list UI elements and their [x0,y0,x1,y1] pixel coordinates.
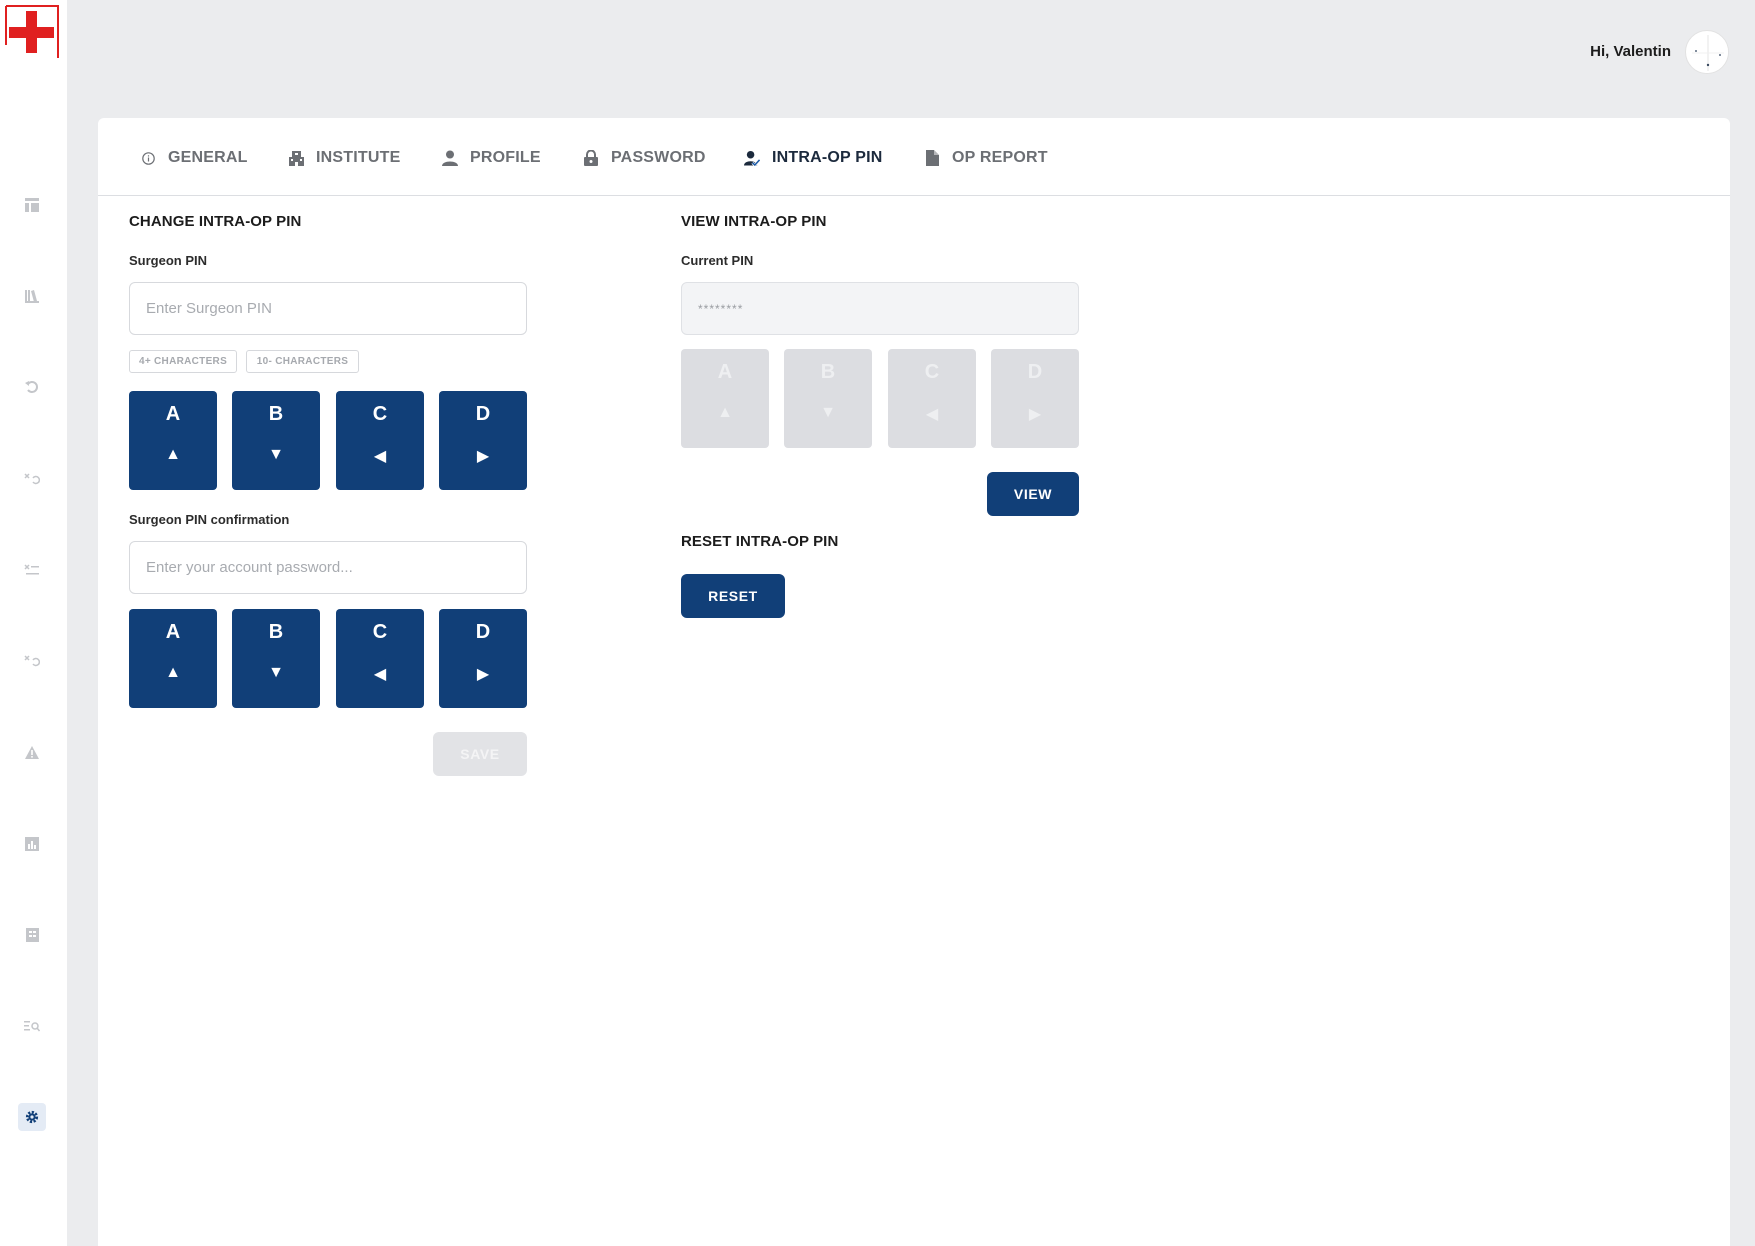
document-icon [924,150,940,166]
checklist-icon[interactable] [18,556,46,584]
history-icon[interactable] [18,373,46,401]
arrow-left-icon: ◀ [373,448,387,465]
tab-label: GENERAL [168,149,248,166]
arrow-right-icon: ▶ [476,666,490,683]
arrow-left-icon: ◀ [925,406,939,423]
arrow-down-icon: ▼ [820,404,836,421]
tab-general[interactable]: GENERAL [140,146,248,170]
key-letter: A [165,403,181,425]
key-letter: C [372,621,388,643]
key-letter: C [372,403,388,425]
view-key-b: B ▼ [784,349,872,448]
confirm-key-a[interactable]: A ▲ [129,609,217,708]
report-icon[interactable] [18,921,46,949]
tab-password[interactable]: PASSWORD [583,146,706,170]
settings-card: GENERAL INSTITUTE PROFILE PASSWORD INTRA… [98,118,1730,1246]
key-letter: B [268,621,284,643]
view-key-c: C ◀ [888,349,976,448]
sidebar [0,0,67,1246]
key-letter: D [475,621,491,643]
rule-chip-max: 10- CHARACTERS [246,350,359,373]
view-key-d: D ▶ [991,349,1079,448]
person-icon [442,150,458,166]
arrow-right-icon: ▶ [1028,406,1042,423]
key-letter: B [268,403,284,425]
arrow-right-icon: ▶ [476,448,490,465]
tab-institute[interactable]: INSTITUTE [288,146,400,170]
arrow-down-icon: ▼ [268,446,284,463]
view-button[interactable]: VIEW [987,472,1079,516]
surgeon-pin-label: Surgeon PIN [129,253,208,268]
search-list-icon[interactable] [18,1012,46,1040]
pin-confirmation-input[interactable]: Enter your account password... [129,541,527,594]
pin-key-c[interactable]: C ◀ [336,391,424,490]
tab-label: OP REPORT [952,149,1048,166]
building-icon [288,150,304,166]
key-letter: D [1027,361,1043,383]
tab-intra-op-pin[interactable]: INTRA-OP PIN [744,146,883,170]
app-logo[interactable] [5,5,59,59]
chart-icon[interactable] [18,830,46,858]
tab-label: PROFILE [470,149,541,166]
reset-button[interactable]: RESET [681,574,785,618]
tab-label: INTRA-OP PIN [772,149,883,166]
arrow-left-icon: ◀ [373,666,387,683]
arrow-up-icon: ▲ [717,404,733,421]
tab-label: INSTITUTE [316,149,401,166]
pin-key-a[interactable]: A ▲ [129,391,217,490]
surgeon-pin-input[interactable]: Enter Surgeon PIN [129,282,527,335]
pin-key-b[interactable]: B ▼ [232,391,320,490]
reset-pin-title: RESET INTRA-OP PIN [681,533,839,550]
user-check-icon [744,150,760,166]
dashboard-icon[interactable] [18,191,46,219]
confirm-key-c[interactable]: C ◀ [336,609,424,708]
tab-op-report[interactable]: OP REPORT [924,146,1048,170]
arrow-down-icon: ▼ [268,664,284,681]
view-key-a: A ▲ [681,349,769,448]
user-greeting: Hi, Valentin [1590,43,1671,60]
pin-confirmation-label: Surgeon PIN confirmation [129,512,290,527]
view-pin-title: VIEW INTRA-OP PIN [681,213,827,230]
key-letter: A [717,361,733,383]
current-pin-field: ******** [681,282,1079,335]
warning-icon[interactable] [18,738,46,766]
confirm-key-d[interactable]: D ▶ [439,609,527,708]
tab-label: PASSWORD [611,149,706,166]
undo-list-icon[interactable] [18,465,46,493]
tab-profile[interactable]: PROFILE [442,146,541,170]
avatar[interactable] [1685,30,1729,74]
tab-bar: GENERAL INSTITUTE PROFILE PASSWORD INTRA… [98,118,1730,196]
current-pin-label: Current PIN [681,253,754,268]
key-letter: C [924,361,940,383]
info-icon [140,150,156,166]
undo-check-icon[interactable] [18,647,46,675]
arrow-up-icon: ▲ [165,446,181,463]
key-letter: B [820,361,836,383]
pin-key-d[interactable]: D ▶ [439,391,527,490]
arrow-up-icon: ▲ [165,664,181,681]
lock-icon [583,150,599,166]
library-icon[interactable] [18,282,46,310]
change-pin-title: CHANGE INTRA-OP PIN [129,213,302,230]
save-button[interactable]: SAVE [433,732,527,776]
key-letter: A [165,621,181,643]
rule-chip-min: 4+ CHARACTERS [129,350,237,373]
settings-icon[interactable] [18,1103,46,1131]
confirm-key-b[interactable]: B ▼ [232,609,320,708]
key-letter: D [475,403,491,425]
